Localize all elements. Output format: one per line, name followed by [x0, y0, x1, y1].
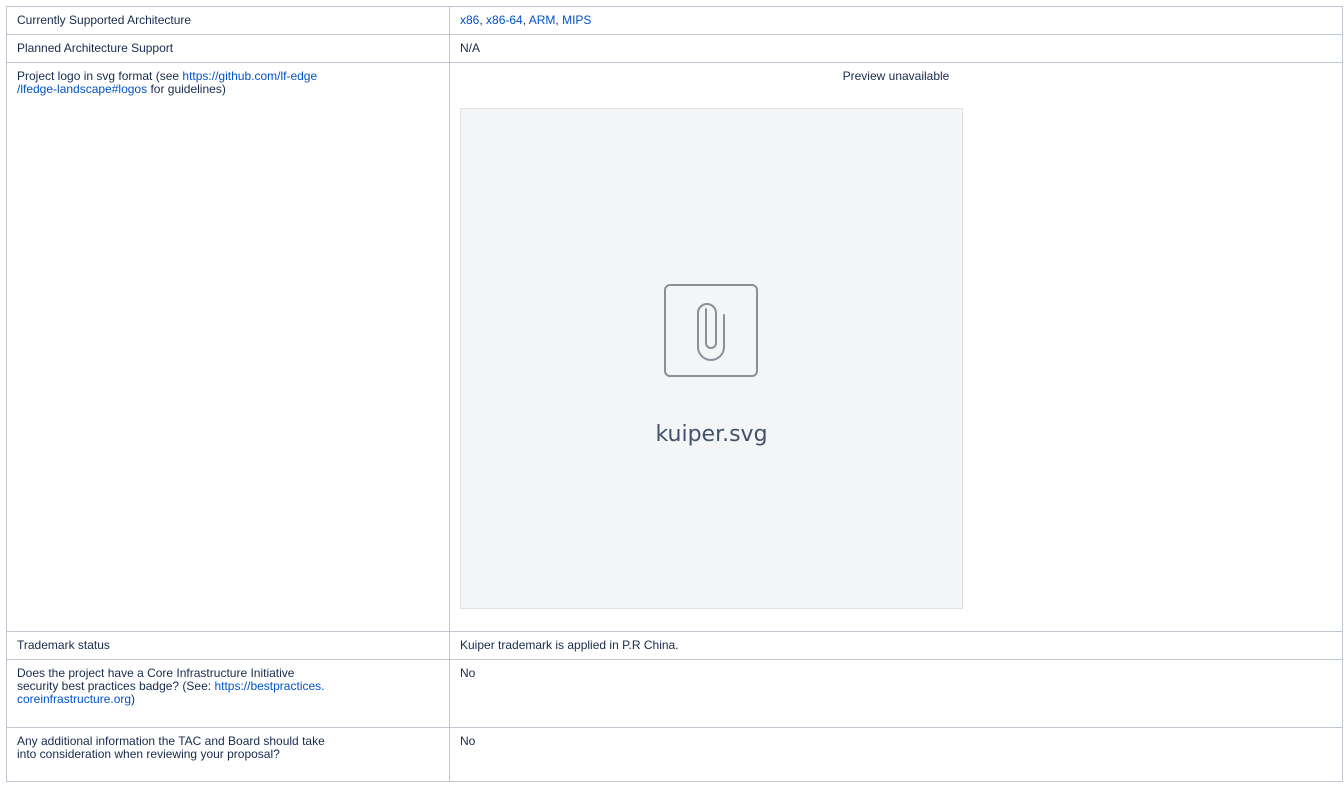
table-row: Does the project have a Core Infrastruct…	[6, 659, 1343, 728]
attachment-file-name: kuiper.svg	[655, 422, 768, 447]
link-text-line2: /lfedge-landscape#logos	[17, 82, 148, 96]
arch-link-x86-64[interactable]: x86-64	[486, 13, 523, 27]
table-row: Project logo in svg format (see https://…	[6, 62, 1343, 632]
arch-link-mips[interactable]: MIPS	[562, 13, 591, 27]
row-value: No	[449, 659, 1343, 728]
additional-label-line1: Any additional information the TAC and B…	[17, 734, 325, 748]
badge-label-line2: security best practices badge? (See:	[17, 679, 215, 693]
link-text-line1: https://github.com/lf-edge	[182, 69, 318, 83]
row-label: Trademark status	[6, 631, 450, 660]
row-label: Planned Architecture Support	[6, 34, 450, 63]
table-row: Planned Architecture Support N/A	[6, 34, 1343, 63]
planned-value: N/A	[460, 41, 481, 55]
table-row: Currently Supported Architecture x86, x8…	[6, 6, 1343, 35]
row-value: Kuiper trademark is applied in P.R China…	[449, 631, 1343, 660]
badge-label-line1: Does the project have a Core Infrastruct…	[17, 666, 295, 680]
attachment-preview[interactable]: kuiper.svg	[460, 108, 963, 609]
row-label: Project logo in svg format (see https://…	[6, 62, 450, 632]
row-value: No	[449, 727, 1343, 782]
row-label: Any additional information the TAC and B…	[6, 727, 450, 782]
link-text-line2: coreinfrastructure.org	[17, 692, 132, 706]
additional-value: No	[460, 734, 476, 748]
arch-label: Currently Supported Architecture	[17, 13, 192, 27]
paperclip-icon	[664, 284, 758, 377]
preview-unavailable-text: Preview unavailable	[842, 69, 950, 83]
badge-value: No	[460, 666, 476, 680]
trademark-value: Kuiper trademark is applied in P.R China…	[460, 638, 679, 652]
row-value: N/A	[449, 34, 1343, 63]
row-label: Does the project have a Core Infrastruct…	[6, 659, 450, 728]
table-row: Trademark status Kuiper trademark is app…	[6, 631, 1343, 660]
row-value: Preview unavailable kuiper.svg	[449, 62, 1343, 632]
badge-label-suffix: )	[131, 692, 136, 706]
additional-label-line2: into consideration when reviewing your p…	[17, 747, 280, 761]
paperclip-icon-glyph	[697, 303, 725, 361]
arch-link-arm[interactable]: ARM	[529, 13, 556, 27]
table-row: Any additional information the TAC and B…	[6, 727, 1343, 782]
row-label: Currently Supported Architecture	[6, 6, 450, 35]
link-text-line1: https://bestpractices.	[214, 679, 325, 693]
logo-label-suffix: for guidelines)	[147, 82, 226, 96]
logo-label-prefix: Project logo in svg format (see	[17, 69, 183, 83]
project-info-table: Currently Supported Architecture x86, x8…	[6, 6, 1343, 782]
row-value: x86, x86-64, ARM, MIPS	[449, 6, 1343, 35]
planned-label: Planned Architecture Support	[17, 41, 174, 55]
arch-link-x86[interactable]: x86	[460, 13, 479, 27]
trademark-label: Trademark status	[17, 638, 110, 652]
